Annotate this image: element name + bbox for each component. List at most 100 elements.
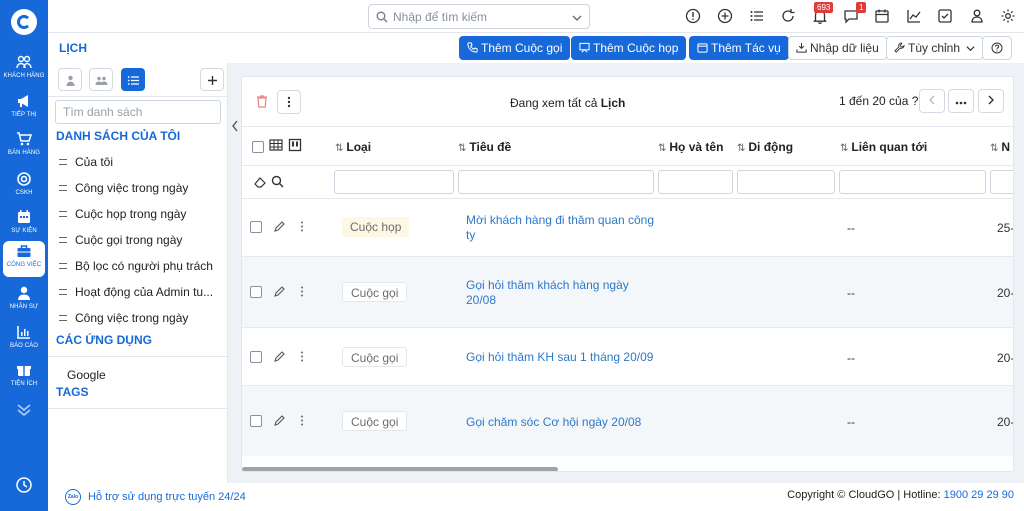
row-more-icon[interactable] xyxy=(300,415,304,429)
activity-title-link[interactable]: Mời khách hàng đi thăm quan công ty xyxy=(466,213,654,243)
activity-title-link[interactable]: Gọi chăm sóc Cơ hội ngày 20/08 xyxy=(466,415,641,430)
list-search-input[interactable] xyxy=(55,100,221,124)
row-more-icon[interactable] xyxy=(300,286,304,300)
records-panel: Đang xem tất cả Lịch 1 đến 20 của ? ⇅ Loạ… xyxy=(241,76,1014,472)
row-checkbox[interactable] xyxy=(250,351,262,363)
bell-icon[interactable]: 693 xyxy=(812,2,834,24)
sort-icon: ⇅ xyxy=(335,143,344,154)
scrollbar-thumb[interactable] xyxy=(242,467,558,471)
list-item[interactable]: Bộ lọc có người phụ trách xyxy=(59,259,217,279)
nav-tasks[interactable]: CÔNG VIỆC xyxy=(3,241,45,277)
activity-type-badge: Cuộc họp xyxy=(342,217,410,237)
add-list-button[interactable] xyxy=(200,68,224,91)
edit-pencil-icon[interactable] xyxy=(273,350,286,366)
table-row[interactable]: Cuộc họp Mời khách hàng đi thăm quan côn… xyxy=(242,199,1013,256)
global-search[interactable] xyxy=(368,4,590,29)
row-checkbox[interactable] xyxy=(250,221,262,233)
hotline-link[interactable]: 1900 29 29 90 xyxy=(944,489,1014,501)
list-icon[interactable] xyxy=(749,8,765,24)
row-checkbox[interactable] xyxy=(250,286,262,298)
global-search-input[interactable] xyxy=(393,8,563,25)
add-call-label: Thêm Cuộc gọi xyxy=(481,41,563,55)
prev-page-button[interactable] xyxy=(919,89,945,113)
column-header-next[interactable]: ⇅ N xyxy=(990,140,1010,154)
table-layout-icon[interactable] xyxy=(269,138,283,155)
tab-group-view[interactable] xyxy=(89,68,113,91)
nav-events[interactable]: SỰ KIỆN xyxy=(3,207,45,243)
column-header-title[interactable]: ⇅ Tiêu đề xyxy=(458,140,511,154)
list-item[interactable]: Của tôi xyxy=(59,155,217,175)
select-all-checkbox[interactable] xyxy=(252,141,264,153)
nav-customers[interactable]: KHÁCH HÀNG xyxy=(3,52,45,88)
import-data-button[interactable]: Nhập dữ liệu xyxy=(788,36,887,60)
nav-utilities[interactable]: TIỆN ÍCH xyxy=(3,360,45,396)
tab-my-view[interactable] xyxy=(58,68,82,91)
related-to-value: -- xyxy=(847,286,855,300)
table-row[interactable]: Cuộc gọi Gọi chăm sóc Cơ hội ngày 20/08 … xyxy=(242,386,1013,456)
nav-hr[interactable]: NHÂN SỰ xyxy=(3,283,45,319)
filter-fullname-input[interactable] xyxy=(658,170,733,194)
customize-button[interactable]: Tùy chỉnh xyxy=(886,36,984,60)
column-header-type[interactable]: ⇅ Loại xyxy=(335,140,371,154)
app-google[interactable]: Google xyxy=(67,368,225,388)
list-bullet-icon xyxy=(59,263,67,269)
chart-line-icon[interactable] xyxy=(906,8,922,24)
edit-pencil-icon[interactable] xyxy=(273,285,286,301)
activity-title-link[interactable]: Gọi hỏi thăm KH sau 1 tháng 20/09 xyxy=(466,350,653,365)
list-item[interactable]: Hoạt động của Admin tu... xyxy=(59,285,217,305)
nav-sales[interactable]: BÁN HÀNG xyxy=(3,129,45,165)
clear-filter-icon[interactable] xyxy=(253,175,267,192)
chat-icon[interactable]: 1 xyxy=(843,2,867,24)
refresh-icon[interactable] xyxy=(780,8,796,24)
tab-list-view[interactable] xyxy=(121,68,145,91)
next-page-button[interactable] xyxy=(978,89,1004,113)
add-task-button[interactable]: Thêm Tác vụ xyxy=(689,36,789,60)
collapse-sidebar-icon[interactable] xyxy=(231,120,239,135)
list-item[interactable]: Công việc trong ngày xyxy=(59,181,217,201)
filter-title-input[interactable] xyxy=(458,170,654,194)
row-more-icon[interactable] xyxy=(300,351,304,365)
app-logo[interactable] xyxy=(11,9,37,35)
more-actions-button[interactable] xyxy=(277,90,301,114)
task-check-icon[interactable] xyxy=(937,8,953,24)
help-button[interactable] xyxy=(982,36,1012,60)
add-meeting-button[interactable]: Thêm Cuộc họp xyxy=(571,36,687,60)
add-call-button[interactable]: Thêm Cuộc gọi xyxy=(459,36,571,60)
filter-related-input[interactable] xyxy=(839,170,986,194)
nav-marketing[interactable]: TIẾP THỊ xyxy=(3,91,45,127)
edit-pencil-icon[interactable] xyxy=(273,220,286,236)
add-circle-icon[interactable] xyxy=(717,8,733,24)
clock-icon[interactable] xyxy=(15,476,33,497)
row-more-icon[interactable] xyxy=(300,221,304,235)
chevron-down-icon[interactable] xyxy=(572,12,582,26)
filter-next-input[interactable] xyxy=(990,170,1013,194)
online-support-link[interactable]: Hỗ trợ sử dụng trực tuyến 24/24 xyxy=(88,491,246,503)
settings-gear-icon[interactable] xyxy=(1000,8,1016,24)
filter-type-input[interactable] xyxy=(334,170,454,194)
import-data-label: Nhập dữ liệu xyxy=(810,41,879,55)
delete-button[interactable] xyxy=(250,90,274,114)
column-header-mobile[interactable]: ⇅ Di động xyxy=(737,140,793,154)
info-icon[interactable] xyxy=(685,8,701,24)
list-item[interactable]: Công việc trong ngày xyxy=(59,311,217,331)
filter-mobile-input[interactable] xyxy=(737,170,835,194)
list-sidebar: DANH SÁCH CỦA TÔI Của tôi Công việc tron… xyxy=(48,63,228,483)
row-checkbox[interactable] xyxy=(250,415,262,427)
nav-support[interactable]: CSKH xyxy=(3,169,45,205)
page-jump-button[interactable] xyxy=(948,89,974,113)
table-row[interactable]: Cuộc gọi Gọi hỏi thăm khách hàng ngày 20/… xyxy=(242,257,1013,327)
expand-chevron-icon[interactable] xyxy=(15,403,33,420)
edit-pencil-icon[interactable] xyxy=(273,414,286,430)
search-icon[interactable] xyxy=(271,175,284,191)
column-header-fullname[interactable]: ⇅ Họ và tên xyxy=(658,140,723,154)
list-item[interactable]: Cuộc gọi trong ngày xyxy=(59,233,217,253)
column-picker-icon[interactable] xyxy=(288,138,302,155)
activity-title-link[interactable]: Gọi hỏi thăm khách hàng ngày 20/08 xyxy=(466,278,629,308)
list-item[interactable]: Cuộc họp trong ngày xyxy=(59,207,217,227)
calendar-outline-icon[interactable] xyxy=(874,8,890,24)
column-header-related[interactable]: ⇅ Liên quan tới xyxy=(840,140,927,154)
nav-reports[interactable]: BÁO CÁO xyxy=(3,322,45,358)
table-row[interactable]: Cuộc gọi Gọi hỏi thăm KH sau 1 tháng 20/… xyxy=(242,328,1013,385)
user-icon[interactable] xyxy=(969,8,985,24)
zalo-icon[interactable]: Zalo xyxy=(65,489,81,505)
